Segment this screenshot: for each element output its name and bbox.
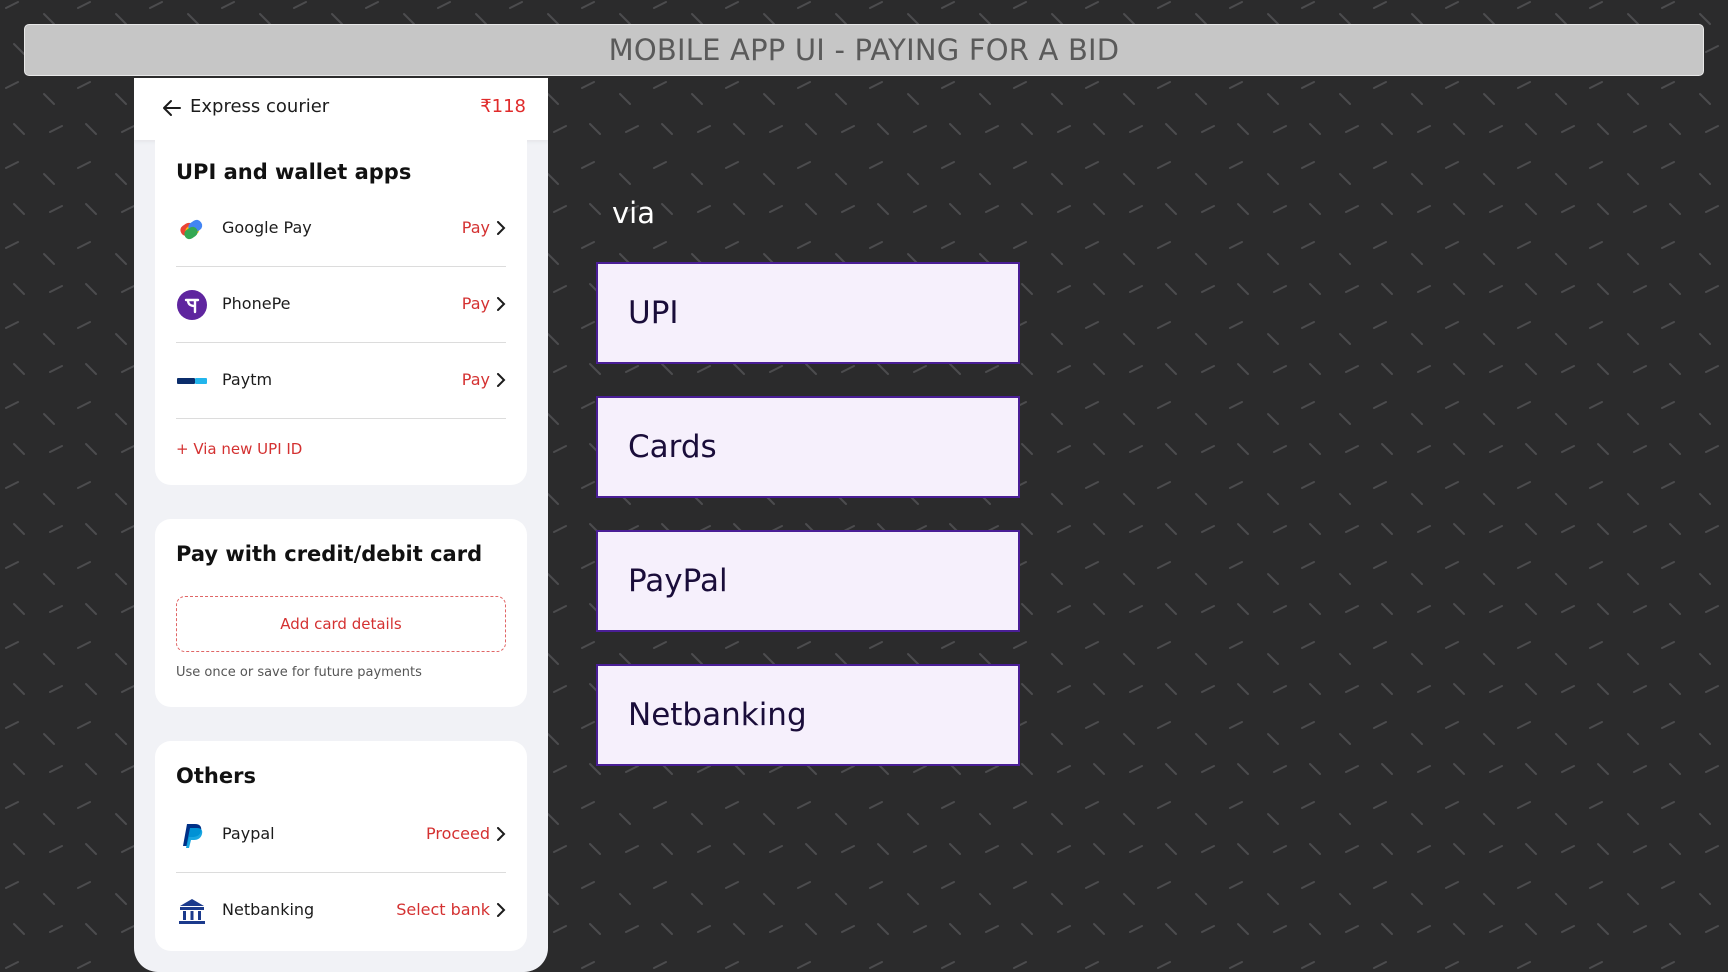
google-pay-icon [180, 219, 203, 240]
via-label: via [612, 196, 655, 230]
row-label: Netbanking [222, 900, 315, 919]
method-label: UPI [628, 295, 679, 331]
action-label: Pay [461, 370, 490, 389]
row-label: PhonePe [222, 294, 291, 313]
method-label: Cards [628, 429, 717, 465]
page-title: MOBILE APP UI - PAYING FOR A BID [608, 33, 1120, 67]
action-label: Select bank [396, 900, 490, 919]
phonepe-icon [177, 290, 207, 320]
chevron-right-icon [497, 826, 506, 841]
app-header: Express courier ₹118 [134, 78, 548, 140]
action-label: Pay [461, 218, 490, 237]
method-label: PayPal [628, 563, 728, 599]
method-label: Netbanking [628, 697, 807, 733]
method-box-paypal[interactable]: PayPal [596, 530, 1020, 632]
pay-row-netbanking[interactable]: Netbanking Select bank [176, 873, 506, 949]
chevron-right-icon [497, 902, 506, 917]
header-price: ₹118 [480, 96, 526, 117]
pay-button[interactable]: Pay [462, 370, 506, 389]
card-payment-card: Pay with credit/debit card Add card deta… [155, 519, 527, 707]
arrow-left-icon[interactable] [160, 96, 184, 120]
pay-button[interactable]: Pay [462, 218, 506, 237]
title-bar: MOBILE APP UI - PAYING FOR A BID [24, 24, 1704, 76]
pay-button[interactable]: Pay [462, 294, 506, 313]
pay-row-paypal[interactable]: Paypal Proceed [176, 797, 506, 873]
chevron-right-icon [497, 220, 506, 235]
phone-screen: Express courier ₹118 UPI and wallet apps… [134, 78, 548, 972]
section-title-upi: UPI and wallet apps [176, 160, 412, 184]
row-label: Google Pay [222, 218, 312, 237]
pay-row-phonepe[interactable]: PhonePe Pay [176, 267, 506, 343]
new-upi-id-link[interactable]: + Via new UPI ID [176, 440, 302, 458]
proceed-button[interactable]: Proceed [426, 824, 506, 843]
method-box-upi[interactable]: UPI [596, 262, 1020, 364]
chevron-right-icon [497, 296, 506, 311]
pay-row-paytm[interactable]: Paytm Pay [176, 343, 506, 419]
action-label: Pay [461, 294, 490, 313]
row-label: Paytm [222, 370, 273, 389]
action-label: Proceed [425, 824, 490, 843]
section-title-others: Others [176, 764, 256, 788]
card-hint: Use once or save for future payments [176, 665, 422, 680]
select-bank-button[interactable]: Select bank [396, 900, 506, 919]
add-card-button[interactable]: Add card details [176, 596, 506, 652]
method-box-netbanking[interactable]: Netbanking [596, 664, 1020, 766]
paypal-icon [183, 824, 203, 848]
row-label: Paypal [222, 824, 275, 843]
method-box-cards[interactable]: Cards [596, 396, 1020, 498]
divider [176, 418, 506, 419]
bank-icon [179, 899, 205, 924]
paytm-icon [177, 378, 207, 384]
upi-wallet-card: UPI and wallet apps Google Pay Pay Phone… [155, 140, 527, 485]
others-card: Others Paypal Proceed Netbanking Select … [155, 741, 527, 951]
pay-row-google-pay[interactable]: Google Pay Pay [176, 191, 506, 267]
chevron-right-icon [497, 372, 506, 387]
header-title: Express courier [190, 96, 330, 117]
section-title-card: Pay with credit/debit card [176, 542, 483, 566]
